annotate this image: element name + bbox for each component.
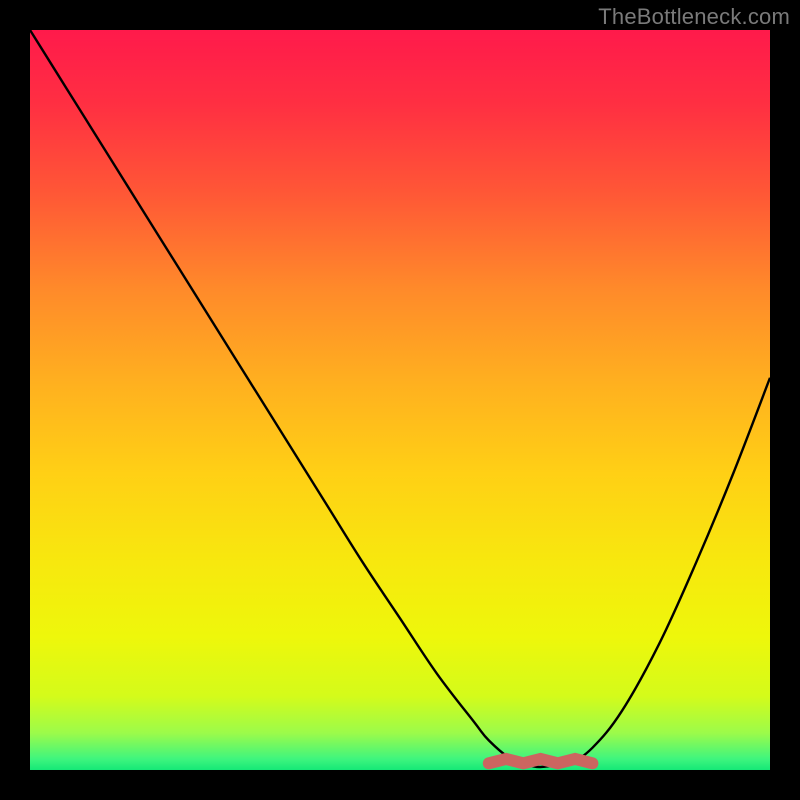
optimal-zone-marker: [489, 759, 593, 763]
bottleneck-chart: [0, 0, 800, 800]
chart-container: TheBottleneck.com: [0, 0, 800, 800]
attribution-text: TheBottleneck.com: [598, 4, 790, 30]
chart-gradient-bg: [30, 30, 770, 770]
